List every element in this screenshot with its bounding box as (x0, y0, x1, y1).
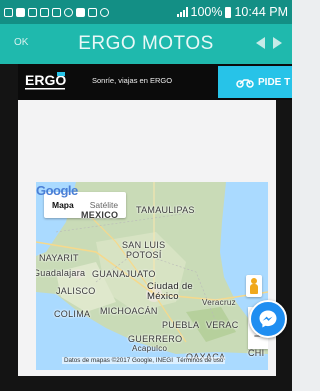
notification-icon (4, 7, 13, 17)
notification-icon (16, 7, 25, 17)
map-label: VERAC (206, 320, 239, 330)
arrow-right-icon[interactable] (273, 37, 282, 49)
site-header: ERGO Sonríe, viajas en ERGO PIDE T (18, 64, 292, 100)
notification-icon (64, 7, 73, 17)
notification-icon (40, 7, 49, 17)
map-label: POTOSÍ (126, 250, 162, 260)
map-label: Acapulco (132, 344, 168, 353)
map-label: TAMAULIPAS (136, 205, 195, 215)
map-label: México (147, 291, 179, 302)
signal-icon (176, 7, 188, 17)
slogan: Sonríe, viajas en ERGO (92, 76, 173, 85)
notification-icon (52, 7, 61, 17)
app-title: ERGO MOTOS (78, 33, 214, 54)
google-brand: Google (36, 183, 78, 198)
map-label: SAN LUIS (122, 240, 166, 250)
messenger-button[interactable] (249, 300, 287, 338)
notification-icon (100, 7, 109, 17)
map-type-satellite[interactable]: Satélite (82, 200, 126, 210)
status-bar: 100% 10:44 PM (0, 0, 292, 24)
map-label: MEXICO (81, 210, 119, 220)
map-label: PUEBLA (162, 320, 200, 330)
app-bar: OK ERGO MOTOS (0, 24, 292, 64)
map-label: GUERRERO (128, 334, 183, 344)
notification-icon (88, 7, 97, 17)
messenger-icon (259, 310, 277, 328)
map-attribution: Datos de mapas ©2017 Google, INEGI Térmi… (62, 357, 226, 364)
google-logo: Google (36, 183, 79, 198)
arrow-left-icon[interactable] (256, 37, 265, 49)
clock: 10:44 PM (234, 5, 288, 19)
map-label: Guadalajara (36, 268, 86, 278)
pide-label: PIDE T (258, 76, 291, 88)
map-label: Veracruz (202, 298, 236, 307)
motorcycle-icon (236, 78, 254, 88)
map-label: CHI (248, 348, 265, 358)
ergo-logo: ERGO (25, 72, 66, 90)
notification-icon (28, 7, 37, 17)
map-label: COLIMA (54, 309, 91, 319)
map-label: GUANAJUATO (92, 269, 156, 279)
screen: 100% 10:44 PM OK ERGO MOTOS ERGO Sonríe,… (0, 0, 292, 391)
battery-level: 100% (190, 5, 223, 19)
pide-button[interactable]: PIDE T (218, 66, 292, 98)
notification-icon (76, 7, 85, 17)
notification-icons (4, 7, 109, 17)
battery-icon (225, 6, 232, 18)
map-label: JALISCO (56, 286, 96, 296)
attribution-text: Datos de mapas ©2017 Google, INEGI (64, 357, 173, 364)
terms-link[interactable]: Términos de uso (176, 357, 223, 364)
map-type-map[interactable]: Mapa (44, 200, 82, 210)
map-label: MICHOACÁN (100, 306, 158, 316)
google-map[interactable]: Mapa Satélite MEXICO TAMAULIPAS NAYARIT … (36, 182, 268, 370)
map-label: NAYARIT (39, 253, 79, 263)
pegman-icon[interactable] (246, 275, 262, 297)
